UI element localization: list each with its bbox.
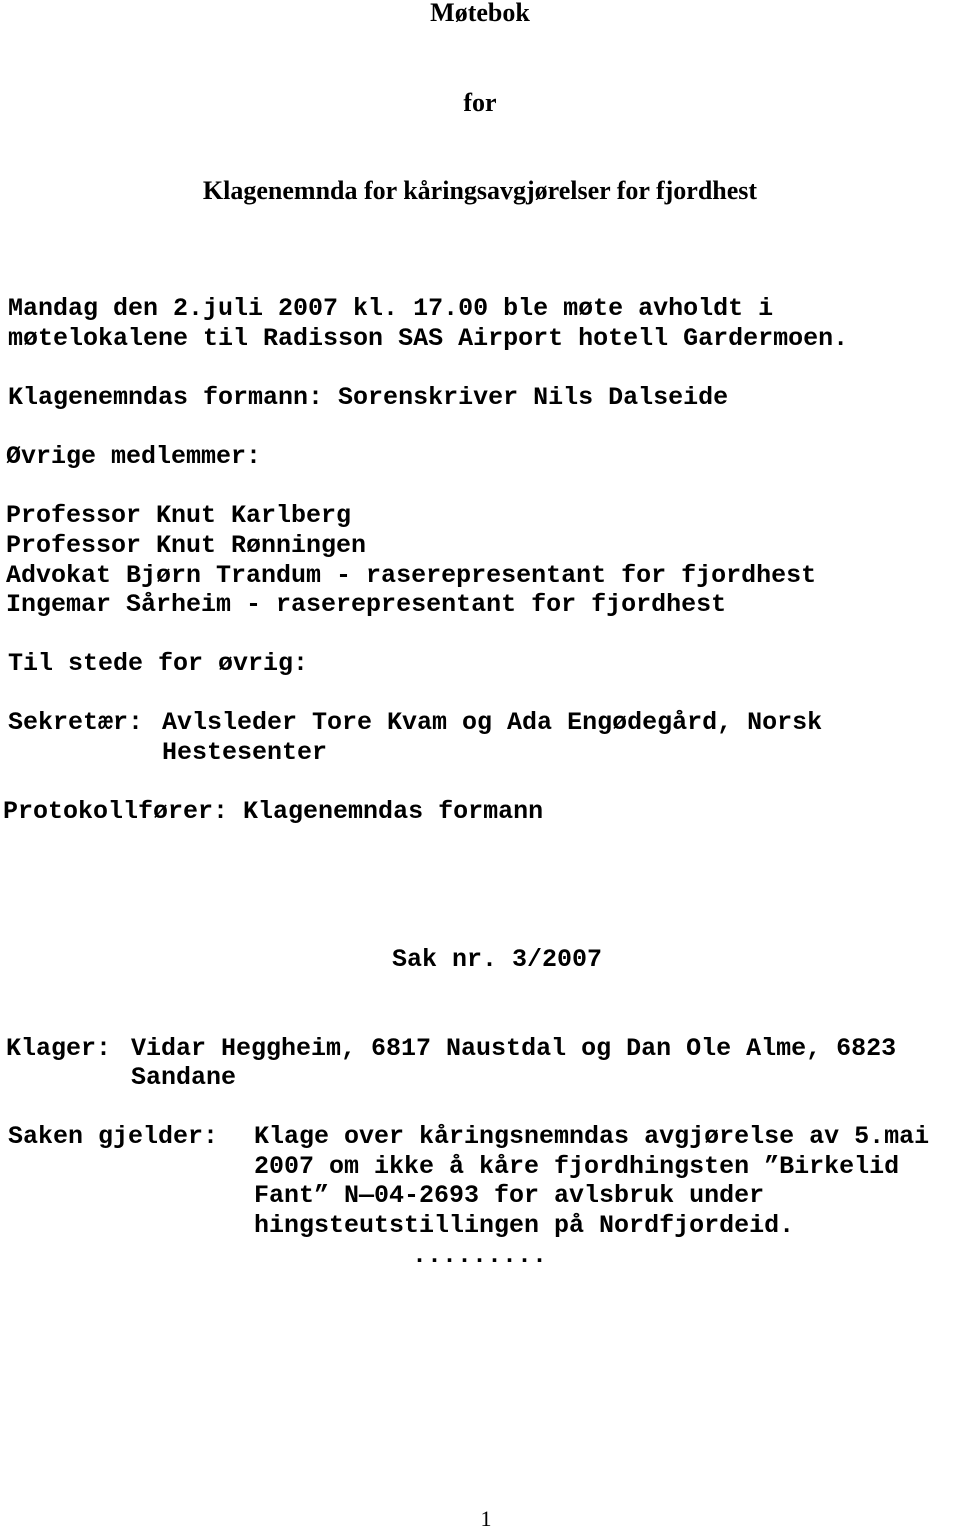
- complainant-line-2: Sandane: [131, 1063, 237, 1092]
- secretary-line-2: Hestesenter: [162, 738, 328, 767]
- secretary-line-1: Avlsleder Tore Kvam og Ada Engødegård, N…: [162, 708, 823, 737]
- member-item: Ingemar Sårheim - raserepresentant for f…: [6, 590, 727, 619]
- subject-line-3: Fant” N—04-2693 for avlsbruk under: [254, 1181, 765, 1210]
- member-item: Professor Knut Karlberg: [6, 501, 352, 530]
- member-item: Advokat Bjørn Trandum - raserepresentant…: [6, 561, 817, 590]
- meeting-line-2: møtelokalene til Radisson SAS Airport ho…: [8, 324, 849, 353]
- complainant-line-1: Vidar Heggheim, 6817 Naustdal og Dan Ole…: [131, 1034, 897, 1063]
- document-title: Møtebok: [430, 0, 530, 27]
- document-title-for: for: [463, 88, 497, 117]
- member-item: Professor Knut Rønningen: [6, 531, 367, 560]
- subject-line-1: Klage over kåringsnemndas avgjørelse av …: [254, 1122, 930, 1151]
- committee-name: Klagenemnda for kåringsavgjørelser for f…: [202, 176, 758, 205]
- page-number: 1: [480, 1506, 492, 1531]
- case-number: Sak nr. 3/2007: [392, 945, 603, 974]
- subject-label: Saken gjelder:: [8, 1122, 219, 1151]
- chairman-line: Klagenemndas formann: Sorenskriver Nils …: [8, 383, 729, 412]
- secretary-label: Sekretær:: [8, 708, 144, 737]
- complainant-label: Klager:: [6, 1034, 112, 1063]
- minutes-keeper-line: Protokollfører: Klagenemndas formann: [3, 797, 544, 826]
- meeting-line-1: Mandag den 2.juli 2007 kl. 17.00 ble møt…: [8, 294, 774, 323]
- other-members-label: Øvrige medlemmer:: [6, 442, 262, 471]
- ellipsis: .........: [412, 1241, 548, 1270]
- subject-line-4: hingsteutstillingen på Nordfjordeid.: [254, 1211, 795, 1240]
- present-label: Til stede for øvrig:: [8, 649, 309, 678]
- subject-line-2: 2007 om ikke å kåre fjordhingsten ”Birke…: [254, 1152, 900, 1181]
